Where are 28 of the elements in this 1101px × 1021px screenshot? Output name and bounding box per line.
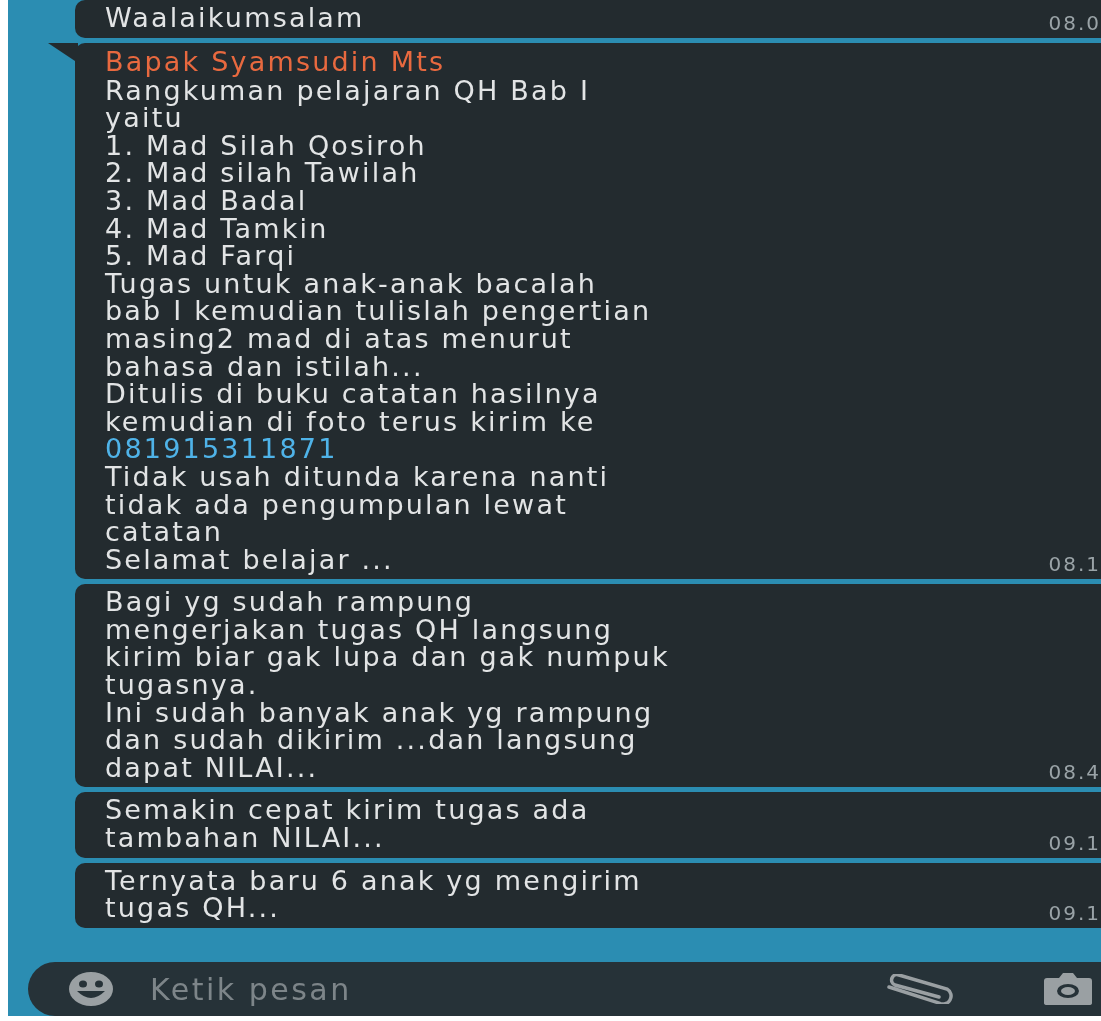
message-line: Bagi yg sudah rampung (105, 588, 475, 616)
message-line: Rangkuman pelajaran QH Bab I (105, 76, 591, 105)
sender-name: Bapak Syamsudin Mts (105, 46, 447, 77)
message-line: tugasnya. (105, 671, 259, 699)
message-line: Selamat belajar ... (105, 545, 394, 574)
message-line: tidak ada pengumpulan lewat (105, 490, 568, 519)
message-line: Waalaikumsalam (105, 4, 365, 32)
camera-icon[interactable] (1043, 972, 1093, 1006)
message-line: 4. Mad Tamkin (105, 214, 329, 243)
message-time: 09.1 (1048, 831, 1101, 854)
message-line: 5. Mad Farqi (105, 242, 297, 270)
phone-link[interactable]: 081915311871 (105, 433, 338, 465)
message-field[interactable]: Ketik pesan (28, 962, 1101, 1016)
message-line: catatan (105, 518, 224, 546)
emoji-icon[interactable] (68, 971, 114, 1007)
message-time: 08.0 (1048, 11, 1101, 34)
message-line: 2. Mad silah Tawilah (105, 159, 420, 187)
message-time: 08.1 (1048, 553, 1101, 576)
message-line: Semakin cepat kirim tugas ada (105, 796, 590, 825)
message-line: Ternyata baru 6 anak yg mengirim (105, 866, 642, 895)
message-time: 09.1 (1048, 901, 1101, 924)
placeholder-text: Ketik pesan (150, 971, 353, 1007)
message-line: dapat NILAI... (105, 753, 319, 782)
message-time: 08.4 (1048, 761, 1101, 784)
message-line: tambahan NILAI... (105, 824, 385, 852)
message-line: Ditulis di buku catatan hasilnya (105, 380, 601, 408)
message-line: Tidak usah ditunda karena nanti (105, 462, 610, 491)
message-line: 3. Mad Badal (105, 186, 308, 215)
